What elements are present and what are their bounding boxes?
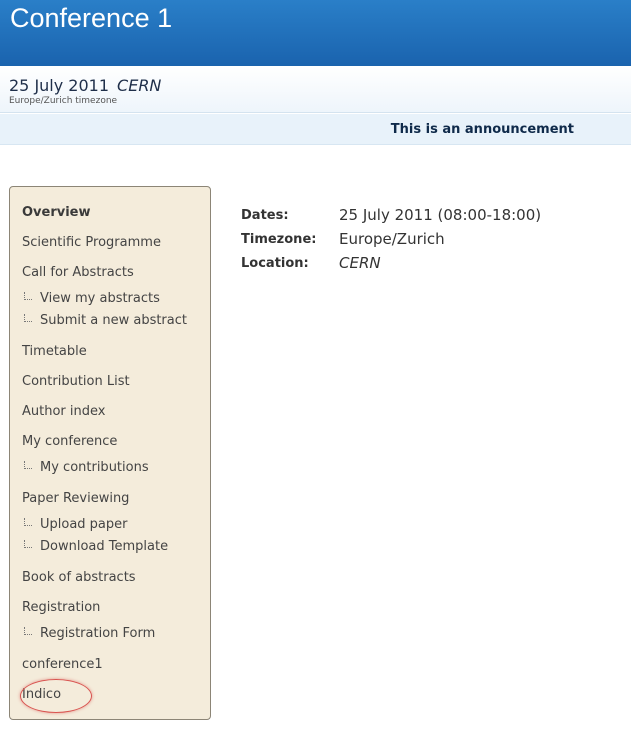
menu-item-paper-reviewing[interactable]: Paper Reviewing <box>22 491 129 506</box>
menu-item-contribution-list[interactable]: Contribution List <box>22 374 130 389</box>
menu-item-conference1[interactable]: conference1 <box>22 657 103 672</box>
menu-subitem-label: Registration Form <box>40 626 156 641</box>
menu-item-my-conference[interactable]: My conference <box>22 434 117 449</box>
tree-connector-icon <box>24 540 32 548</box>
menu-item-book-of-abstracts[interactable]: Book of abstracts <box>22 570 136 585</box>
menu-subitem-label: My contributions <box>40 460 149 475</box>
menu-item-registration[interactable]: Registration <box>22 600 100 615</box>
dates-label: Dates: <box>241 208 289 223</box>
conference-header: Conference 1 <box>0 0 631 66</box>
conference-menu: Overview Scientific Programme Call for A… <box>9 186 211 720</box>
conference-location: CERN <box>117 76 162 95</box>
menu-subitem-my-contributions[interactable]: My contributions <box>24 460 149 475</box>
dates-value: 25 July 2011 (08:00-18:00) <box>339 206 542 224</box>
menu-subitem-label: Upload paper <box>40 517 128 532</box>
menu-subitem-label: Download Template <box>40 539 169 554</box>
menu-subitem-view-my-abstracts[interactable]: View my abstracts <box>24 291 160 306</box>
announcement-text: This is an announcement <box>390 122 574 137</box>
menu-subitem-registration-form[interactable]: Registration Form <box>24 626 155 641</box>
tree-connector-icon <box>24 518 32 526</box>
location-value: CERN <box>339 254 381 272</box>
menu-subitem-download-template[interactable]: Download Template <box>24 539 168 554</box>
menu-item-indico-label: Indico <box>22 687 62 702</box>
timezone-value: Europe/Zurich <box>339 230 445 248</box>
menu-item-author-index[interactable]: Author index <box>22 404 105 419</box>
menu-item-overview[interactable]: Overview <box>22 205 91 220</box>
conference-subheader: 25 July 2011 CERN Europe/Zurich timezone <box>0 66 631 113</box>
menu-subitem-upload-paper[interactable]: Upload paper <box>24 517 128 532</box>
conference-date-line: 25 July 2011 CERN <box>9 76 161 95</box>
menu-subitem-submit-abstract[interactable]: Submit a new abstract <box>24 313 187 328</box>
conference-title[interactable]: Conference 1 <box>10 3 172 34</box>
menu-item-scientific-programme[interactable]: Scientific Programme <box>22 235 161 250</box>
conference-date: 25 July 2011 <box>9 76 110 95</box>
menu-item-indico[interactable]: Indico <box>20 679 92 713</box>
tree-connector-icon <box>24 627 32 635</box>
menu-subitem-label: Submit a new abstract <box>40 313 187 328</box>
location-label: Location: <box>241 256 309 271</box>
timezone-label: Timezone: <box>241 232 317 247</box>
timezone-note: Europe/Zurich timezone <box>9 96 118 106</box>
tree-connector-icon <box>24 314 32 322</box>
announcement-bar: This is an announcement <box>0 114 631 145</box>
tree-connector-icon <box>24 292 32 300</box>
menu-item-timetable[interactable]: Timetable <box>22 344 87 359</box>
menu-subitem-label: View my abstracts <box>40 291 160 306</box>
tree-connector-icon <box>24 461 32 469</box>
menu-item-call-for-abstracts[interactable]: Call for Abstracts <box>22 265 134 280</box>
